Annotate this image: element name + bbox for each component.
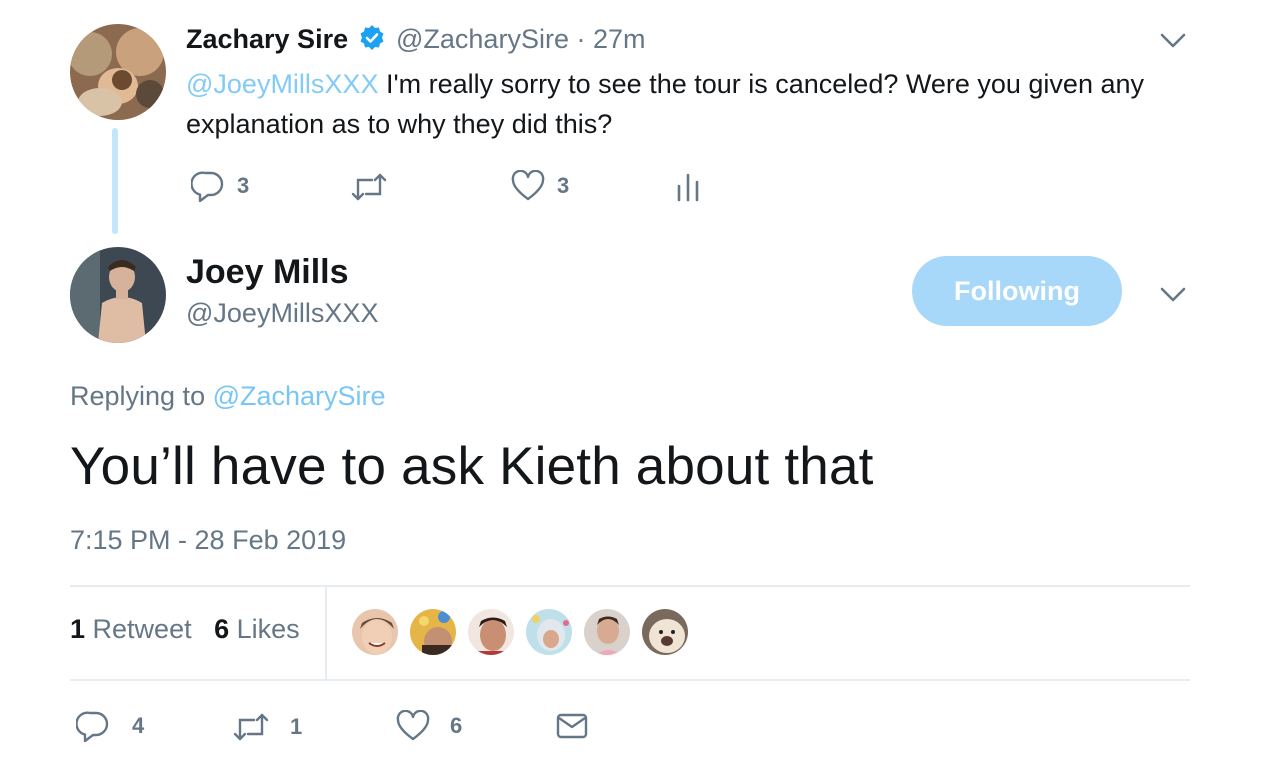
author-handle[interactable]: @JoeyMillsXXX [186,298,378,329]
liker-avatar[interactable] [350,607,400,657]
zachary-sire-avatar[interactable] [70,24,166,120]
reply-icon [76,711,109,742]
reply-count: 4 [132,713,145,738]
reply-icon [191,171,224,202]
like-label: Likes [229,614,300,644]
reply-button[interactable]: 4 [76,710,144,742]
liker-avatar[interactable] [640,607,690,657]
liker-avatar[interactable] [408,607,458,657]
like-count: 6 [214,614,230,644]
parent-tweet-text: @JoeyMillsXXX I'm really sorry to see th… [186,64,1196,144]
direct-message-button[interactable] [556,712,588,740]
heart-icon [396,710,430,741]
parent-like-button[interactable]: 3 [511,170,569,202]
parent-author-name[interactable]: Zachary Sire [186,24,348,55]
parent-reply-button[interactable]: 3 [191,170,249,202]
thread-connector-line [112,128,118,234]
retweet-button[interactable]: 1 [232,712,302,742]
joey-mills-avatar[interactable] [70,247,166,343]
liker-avatars [350,607,698,657]
envelope-icon [556,713,588,739]
stats-separator [325,587,327,680]
following-button[interactable]: Following [912,256,1122,326]
like-button[interactable]: 6 [396,710,462,742]
liker-avatar[interactable] [582,607,632,657]
parent-analytics-button[interactable] [676,172,700,202]
retweet-label: Retweet [85,614,192,644]
verified-badge-icon [360,25,384,50]
bottom-like-count: 6 [450,713,463,738]
replying-to-line: Replying to @ZacharySire [70,381,386,412]
divider [70,585,1190,587]
liker-avatar[interactable] [466,607,516,657]
parent-reply-count: 3 [237,173,250,198]
replying-to-label: Replying to [70,381,213,411]
mention-link[interactable]: @JoeyMillsXXX [186,69,378,99]
parent-handle-time[interactable]: @ZacharySire · 27m [396,24,645,55]
retweet-icon [233,713,269,741]
divider [70,679,1190,681]
author-name[interactable]: Joey Mills [186,253,349,292]
tweet-timestamp[interactable]: 7:15 PM - 28 Feb 2019 [70,525,346,556]
parent-retweet-button[interactable] [350,172,388,202]
retweet-icon [351,173,387,201]
liker-avatar[interactable] [524,607,574,657]
chevron-down-icon[interactable] [1158,28,1188,52]
engagement-stats[interactable]: 1 Retweet 6 Likes [70,614,300,645]
tweet-text: You’ll have to ask Kieth about that [70,437,874,496]
retweet-count: 1 [70,614,86,644]
parent-like-count: 3 [557,173,570,198]
bottom-retweet-count: 1 [290,714,303,739]
chevron-down-icon[interactable] [1158,282,1188,306]
heart-icon [511,170,545,201]
replying-to-link[interactable]: @ZacharySire [213,381,386,411]
analytics-icon [677,173,699,202]
